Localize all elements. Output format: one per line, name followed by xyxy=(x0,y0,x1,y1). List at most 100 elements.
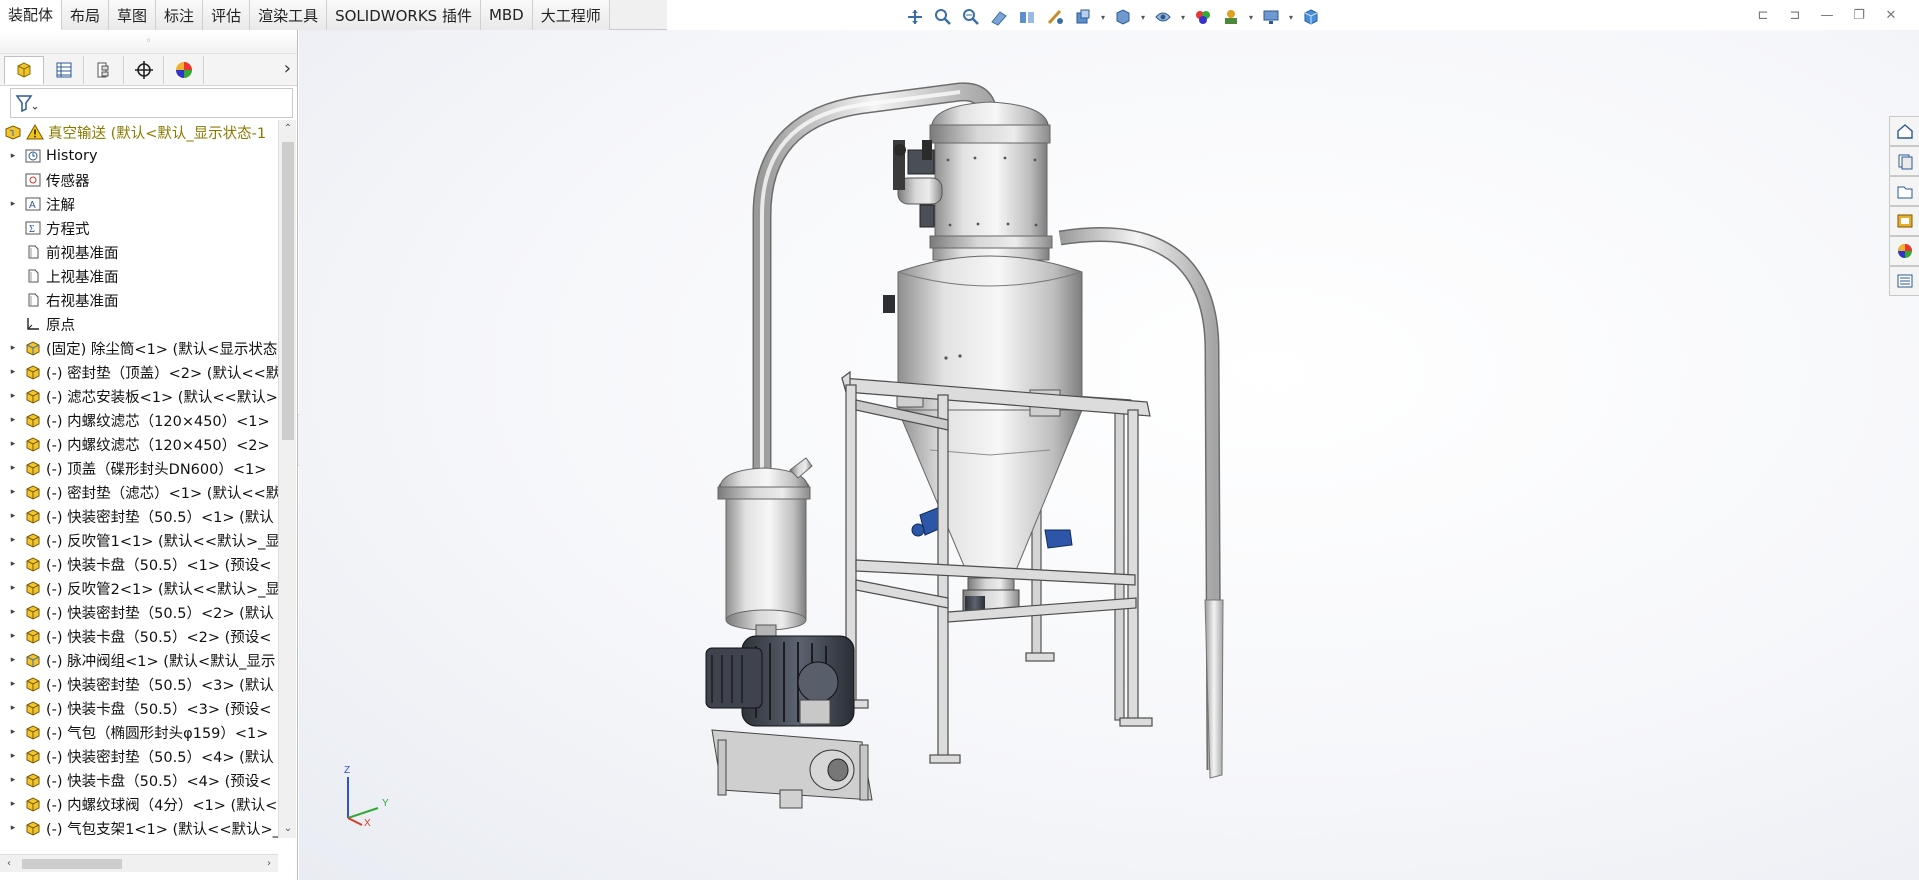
expand-arrow-icon[interactable]: ▸ xyxy=(6,655,20,665)
tab-6[interactable]: SOLIDWORKS 插件 xyxy=(327,0,481,30)
tree-item[interactable]: ▸ History xyxy=(0,144,278,168)
view-palette-icon[interactable] xyxy=(1889,206,1919,236)
graphics-area[interactable]: Z Y X xyxy=(299,30,1919,880)
tree-item[interactable]: ▸ (-) 反吹管2<1> (默认<<默认>_显 xyxy=(0,576,278,600)
close-icon[interactable]: ✕ xyxy=(1881,4,1901,26)
tree-item[interactable]: ▸ (-) 反吹管1<1> (默认<<默认>_显 xyxy=(0,528,278,552)
previous-view-icon[interactable] xyxy=(959,5,983,29)
tree-item[interactable]: ▸ (-) 快装密封垫（50.5）<2> (默认 xyxy=(0,600,278,624)
scroll-left-icon[interactable]: ‹ xyxy=(0,855,18,873)
tab-2[interactable]: 草图 xyxy=(109,0,157,30)
edit-appearance-icon[interactable] xyxy=(1151,5,1175,29)
tree-item[interactable]: 上视基准面 xyxy=(0,264,278,288)
minimize-icon[interactable]: — xyxy=(1817,4,1837,26)
expand-arrow-icon[interactable]: ▸ xyxy=(6,727,20,737)
expand-arrow-icon[interactable]: ▸ xyxy=(6,535,20,545)
zoom-to-fit-icon[interactable] xyxy=(903,5,927,29)
hide-show-icon[interactable] xyxy=(1111,5,1135,29)
scroll-thumb[interactable] xyxy=(282,142,294,440)
tree-root-assembly[interactable]: 真空输送 (默认<默认_显示状态-1 xyxy=(0,120,278,144)
expand-arrow-icon[interactable]: ▸ xyxy=(6,367,20,377)
expand-arrow-icon[interactable]: ▸ xyxy=(6,343,20,353)
chevron-down-icon[interactable]: ▾ xyxy=(1247,5,1255,29)
feature-manager-tab[interactable] xyxy=(4,55,44,84)
expand-arrow-icon[interactable]: ▸ xyxy=(6,607,20,617)
scroll-right-icon[interactable]: › xyxy=(260,855,278,873)
tree-item[interactable]: 传感器 xyxy=(0,168,278,192)
expand-arrow-icon[interactable]: ▸ xyxy=(6,703,20,713)
expand-arrow-icon[interactable]: ▸ xyxy=(6,415,20,425)
vacuum-conveyor-model[interactable]: Z Y X xyxy=(299,30,1919,880)
configuration-manager-tab[interactable] xyxy=(84,55,124,84)
display-pane-icon[interactable] xyxy=(1259,5,1283,29)
expand-arrow-icon[interactable]: ▸ xyxy=(6,583,20,593)
tree-item[interactable]: ▸ (-) 快装密封垫（50.5）<1> (默认 xyxy=(0,504,278,528)
tree-horizontal-scrollbar[interactable]: ‹ › xyxy=(0,854,278,872)
chevron-down-icon[interactable]: ▾ xyxy=(1179,5,1187,29)
chevron-right-icon[interactable]: › xyxy=(284,58,291,79)
expand-arrow-icon[interactable]: ▸ xyxy=(6,799,20,809)
expand-arrow-icon[interactable]: ▸ xyxy=(6,751,20,761)
tab-5[interactable]: 渲染工具 xyxy=(250,0,328,30)
tree-item[interactable]: ▸ (-) 密封垫（顶盖）<2> (默认<<默 xyxy=(0,360,278,384)
tab-1[interactable]: 布局 xyxy=(62,0,110,30)
expand-arrow-icon[interactable]: ▸ xyxy=(6,487,20,497)
tree-item[interactable]: ▸ (固定) 除尘筒<1> (默认<显示状态 xyxy=(0,336,278,360)
tree-item[interactable]: ▸ A 注解 xyxy=(0,192,278,216)
view-cube-icon[interactable] xyxy=(1299,5,1323,29)
tree-item[interactable]: ▸ (-) 快装卡盘（50.5）<3> (预设< xyxy=(0,696,278,720)
design-library-icon[interactable] xyxy=(1889,146,1919,176)
file-explorer-icon[interactable] xyxy=(1889,176,1919,206)
home-icon[interactable] xyxy=(1889,116,1919,146)
tree-item[interactable]: ▸ (-) 快装卡盘（50.5）<4> (预设< xyxy=(0,768,278,792)
display-style-icon[interactable] xyxy=(1071,5,1095,29)
expand-arrow-icon[interactable]: ▸ xyxy=(6,679,20,689)
expand-arrow-icon[interactable]: ▸ xyxy=(6,775,20,785)
appearances-icon[interactable] xyxy=(1889,236,1919,266)
chevron-down-icon[interactable]: ▾ xyxy=(1099,5,1107,29)
tree-item[interactable]: 前视基准面 xyxy=(0,240,278,264)
tree-item[interactable]: 右视基准面 xyxy=(0,288,278,312)
zoom-area-icon[interactable] xyxy=(931,5,955,29)
scroll-up-icon[interactable]: ⌃ xyxy=(279,120,297,138)
restore-icon[interactable]: ❐ xyxy=(1849,4,1869,26)
tree-item[interactable]: ▸ (-) 快装密封垫（50.5）<4> (默认 xyxy=(0,744,278,768)
tree-item[interactable]: ▸ (-) 密封垫（滤芯）<1> (默认<<默 xyxy=(0,480,278,504)
expand-arrow-icon[interactable]: ▸ xyxy=(6,391,20,401)
expand-arrow-icon[interactable]: ▸ xyxy=(6,151,20,161)
display-manager-tab[interactable] xyxy=(164,55,204,84)
chevron-down-icon[interactable]: ▾ xyxy=(1139,5,1147,29)
apply-scene-icon[interactable] xyxy=(1191,5,1215,29)
tree-item[interactable]: ▸ (-) 内螺纹滤芯（120×450）<1> xyxy=(0,408,278,432)
tree-vertical-scrollbar[interactable]: ⌃ ⌄ xyxy=(278,120,296,838)
expand-arrow-icon[interactable]: ▸ xyxy=(6,463,20,473)
chevron-down-icon[interactable]: ▾ xyxy=(1287,5,1295,29)
tree-item[interactable]: ▸ (-) 快装卡盘（50.5）<1> (预设< xyxy=(0,552,278,576)
scroll-down-icon[interactable]: ⌄ xyxy=(279,820,297,838)
tree-item[interactable]: ▸ (-) 内螺纹滤芯（120×450）<2> xyxy=(0,432,278,456)
view-orientation-icon[interactable] xyxy=(1043,5,1067,29)
expand-arrow-icon[interactable]: ▸ xyxy=(6,823,20,833)
filter-icon[interactable] xyxy=(15,93,39,113)
tree-item[interactable]: ▸ (-) 气包支架1<1> (默认<<默认>_ xyxy=(0,816,278,838)
expand-arrow-icon[interactable]: ▸ xyxy=(6,511,20,521)
tree-item[interactable]: ▸ (-) 顶盖（碟形封头DN600）<1> xyxy=(0,456,278,480)
tree-item[interactable]: 原点 xyxy=(0,312,278,336)
tab-7[interactable]: MBD xyxy=(480,0,533,30)
dimxpert-manager-tab[interactable] xyxy=(124,55,164,84)
tree-item[interactable]: ▸ (-) 滤芯安装板<1> (默认<<默认> xyxy=(0,384,278,408)
tab-8[interactable]: 大工程师 xyxy=(532,0,610,30)
tree-filter-input[interactable] xyxy=(10,88,293,118)
tree-item[interactable]: Σ 方程式 xyxy=(0,216,278,240)
scroll-thumb[interactable] xyxy=(22,859,122,869)
section-view-icon[interactable] xyxy=(987,5,1011,29)
tab-0[interactable]: 装配体 xyxy=(0,0,63,30)
panel-left-icon[interactable]: ⊏ xyxy=(1753,4,1773,26)
view-settings-icon[interactable] xyxy=(1219,5,1243,29)
custom-properties-icon[interactable] xyxy=(1889,266,1919,296)
expand-arrow-icon[interactable]: ▸ xyxy=(6,631,20,641)
expand-arrow-icon[interactable]: ▸ xyxy=(6,439,20,449)
expand-arrow-icon[interactable]: ▸ xyxy=(6,199,20,209)
tree-item[interactable]: ▸ (-) 脉冲阀组<1> (默认<默认_显示 xyxy=(0,648,278,672)
panel-grip[interactable]: ◦ xyxy=(0,30,297,54)
